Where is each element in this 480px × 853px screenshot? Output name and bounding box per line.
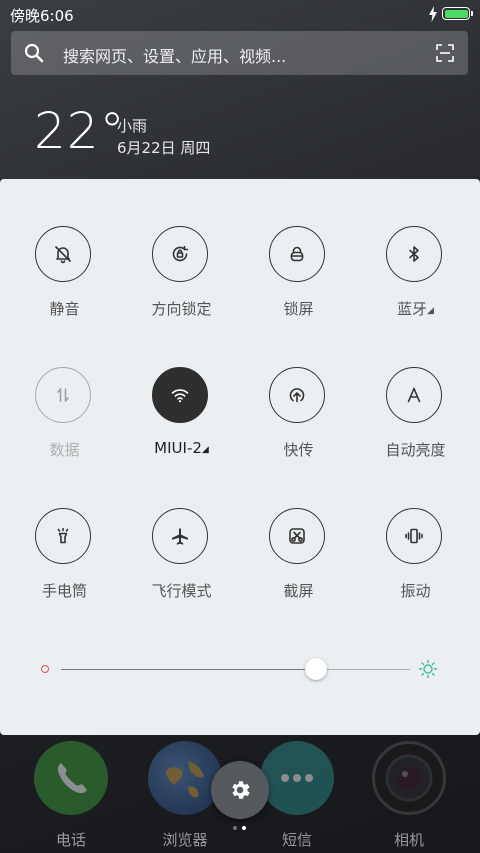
flashlight-toggle-button[interactable]: [35, 508, 91, 564]
rotation-lock-icon: [172, 245, 189, 262]
more-options-indicator: ◢: [201, 445, 209, 455]
phone-icon: [34, 741, 108, 815]
toggle-label-text: 自动亮度: [385, 441, 446, 459]
airplane-mode-toggle-button[interactable]: [152, 508, 208, 564]
vibrate-toggle-button[interactable]: [386, 508, 442, 564]
status-bar: 傍晚6:06: [0, 0, 480, 28]
dock-label: 相机: [393, 831, 424, 849]
toggle-label-text: 振动: [400, 582, 431, 600]
dock-label: 电话: [55, 831, 86, 849]
airplane-icon: [172, 528, 188, 545]
dock-app-messages[interactable]: 短信: [257, 741, 337, 851]
toggle-label: 静音: [6, 298, 123, 319]
weather-widget[interactable]: 22° 小雨 6月22日 周四: [0, 100, 480, 180]
toggle-label: 方向锁定: [123, 298, 240, 319]
search-icon: [24, 43, 44, 63]
wifi-icon: [171, 389, 189, 403]
dock-label: 短信: [281, 831, 312, 849]
lock-screen-toggle-button[interactable]: [269, 226, 325, 282]
brightness-slider[interactable]: [30, 657, 450, 681]
quick-transfer-toggle-button[interactable]: [269, 367, 325, 423]
page-dot: [242, 826, 246, 830]
battery-level: [444, 9, 468, 18]
dock-app-phone[interactable]: 电话: [31, 741, 111, 851]
lock-icon: [290, 246, 304, 262]
toggle-label: MIUI-2◢: [123, 439, 240, 457]
toggle-auto-brightness[interactable]: 自动亮度: [357, 367, 474, 477]
screenshot-toggle-button[interactable]: [269, 508, 325, 564]
toggle-quick-transfer[interactable]: 快传: [240, 367, 357, 477]
dock-label: 浏览器: [162, 831, 208, 849]
mobile-data-toggle-button[interactable]: [35, 367, 91, 423]
quick-settings-panel: 静音 方向锁定 锁屏 蓝牙◢ 数据 MIUI-2◢ 快传 自动亮度 手电筒 飞行模式 截屏 振动: [0, 179, 480, 735]
status-time: 傍晚6:06: [10, 7, 74, 25]
gear-icon: [232, 781, 250, 799]
toggle-flashlight[interactable]: 手电筒: [6, 508, 123, 618]
toggle-label: 快传: [240, 439, 357, 460]
rotation-lock-toggle-button[interactable]: [152, 226, 208, 282]
toggle-label: 振动: [357, 580, 474, 601]
brightness-high-icon: [418, 659, 438, 679]
toggle-airplane-mode[interactable]: 飞行模式: [123, 508, 240, 618]
toggle-label-text: 截屏: [283, 582, 314, 600]
toggle-label: 截屏: [240, 580, 357, 601]
vibrate-icon: [405, 528, 423, 544]
camera-icon: [372, 741, 446, 815]
toggle-label: 自动亮度: [357, 439, 474, 460]
bluetooth-icon: [409, 246, 419, 262]
toggle-label: 锁屏: [240, 298, 357, 319]
auto-brightness-toggle-button[interactable]: [386, 367, 442, 423]
search-placeholder[interactable]: 搜索网页、设置、应用、视频...: [63, 43, 286, 67]
toggle-label: 手电筒: [6, 580, 123, 601]
toggle-bluetooth[interactable]: 蓝牙◢: [357, 226, 474, 336]
search-bar[interactable]: 搜索网页、设置、应用、视频...: [11, 31, 468, 75]
dock-app-camera[interactable]: 相机: [369, 741, 449, 851]
weather-date: 6月22日 周四: [117, 139, 211, 157]
letter-a-icon: [407, 387, 421, 403]
toggle-vibrate[interactable]: 振动: [357, 508, 474, 618]
message-icon: [260, 741, 334, 815]
page-indicator: [230, 826, 250, 832]
toggle-label-text: 手电筒: [41, 582, 87, 600]
toggle-wifi[interactable]: MIUI-2◢: [123, 367, 240, 477]
temperature: 22°: [34, 102, 126, 160]
data-arrows-icon: [57, 388, 69, 402]
toggle-label-text: 快传: [283, 441, 314, 459]
flashlight-icon: [57, 527, 69, 544]
toggle-screenshot[interactable]: 截屏: [240, 508, 357, 618]
toggle-label-text: 飞行模式: [151, 582, 212, 600]
toggle-mute[interactable]: 静音: [6, 226, 123, 336]
upload-icon: [289, 388, 305, 403]
toggle-label-text: 锁屏: [283, 300, 314, 318]
toggle-lock-screen[interactable]: 锁屏: [240, 226, 357, 336]
toggle-label-text: 蓝牙: [397, 300, 428, 318]
scan-icon[interactable]: [436, 44, 454, 62]
toggle-mobile-data[interactable]: 数据: [6, 367, 123, 477]
page-dot: [233, 826, 237, 830]
mute-toggle-button[interactable]: [35, 226, 91, 282]
weather-condition: 小雨: [117, 117, 148, 135]
toggle-label: 数据: [6, 439, 123, 460]
more-options-indicator: ◢: [427, 306, 434, 316]
globe-icon: [148, 741, 222, 815]
toggle-label: 蓝牙◢: [357, 298, 474, 319]
brightness-thumb[interactable]: [304, 658, 327, 680]
toggle-label-text: 静音: [49, 300, 80, 318]
brightness-low-icon: [41, 665, 49, 673]
scissors-icon: [289, 528, 305, 544]
toggle-label-text: 方向锁定: [151, 300, 212, 318]
settings-button[interactable]: [211, 761, 269, 819]
battery-icon: [442, 7, 473, 20]
brightness-track[interactable]: [61, 658, 410, 680]
toggle-label-text: MIUI-2: [154, 439, 202, 457]
bell-off-icon: [55, 246, 71, 264]
toggle-label: 飞行模式: [123, 580, 240, 601]
toggle-label-text: 数据: [49, 441, 80, 459]
wifi-toggle-button[interactable]: [152, 367, 208, 423]
toggle-rotation-lock[interactable]: 方向锁定: [123, 226, 240, 336]
charging-icon: [429, 6, 437, 22]
bluetooth-toggle-button[interactable]: [386, 226, 442, 282]
